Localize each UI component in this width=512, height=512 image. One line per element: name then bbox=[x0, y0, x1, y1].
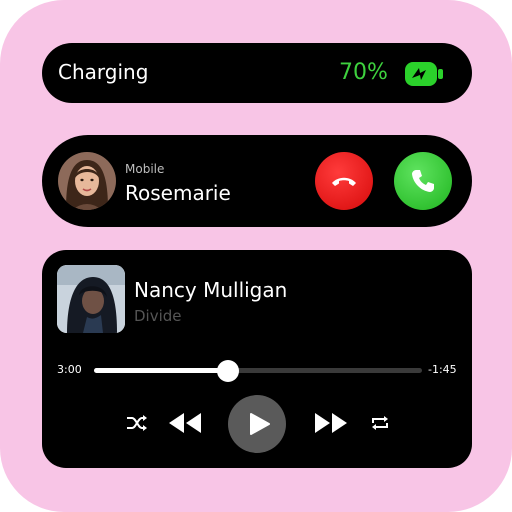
caller-name: Rosemarie bbox=[125, 181, 231, 205]
progress-knob[interactable] bbox=[217, 360, 240, 382]
track-artist: Divide bbox=[134, 307, 182, 325]
music-player-widget: Nancy Mulligan Divide 3:00 -1:45 bbox=[42, 250, 472, 468]
shuffle-icon[interactable] bbox=[126, 414, 148, 432]
play-button[interactable] bbox=[228, 395, 286, 453]
progress-slider[interactable] bbox=[94, 360, 422, 382]
album-art bbox=[57, 265, 125, 333]
call-type-label: Mobile bbox=[125, 162, 165, 176]
accept-call-button[interactable] bbox=[394, 152, 452, 210]
charging-widget: Charging 70% bbox=[42, 43, 472, 103]
next-icon[interactable] bbox=[314, 412, 348, 434]
track-title: Nancy Mulligan bbox=[134, 278, 288, 302]
previous-icon[interactable] bbox=[168, 412, 202, 434]
charging-label: Charging bbox=[58, 60, 149, 84]
incoming-call-widget: Mobile Rosemarie bbox=[42, 135, 472, 227]
battery-percent: 70% bbox=[339, 60, 388, 85]
remaining-time: -1:45 bbox=[428, 363, 457, 376]
phone-icon bbox=[412, 170, 434, 192]
repeat-icon[interactable] bbox=[370, 414, 390, 432]
phone-hangup-icon bbox=[332, 177, 356, 186]
progress-fill bbox=[94, 368, 229, 373]
elapsed-time: 3:00 bbox=[57, 363, 82, 376]
widget-background: Charging 70% Mobile Rosemarie Nancy Mull… bbox=[0, 0, 512, 512]
caller-avatar bbox=[58, 152, 116, 210]
battery-charging-icon bbox=[405, 62, 443, 86]
decline-call-button[interactable] bbox=[315, 152, 373, 210]
play-icon bbox=[250, 413, 270, 435]
